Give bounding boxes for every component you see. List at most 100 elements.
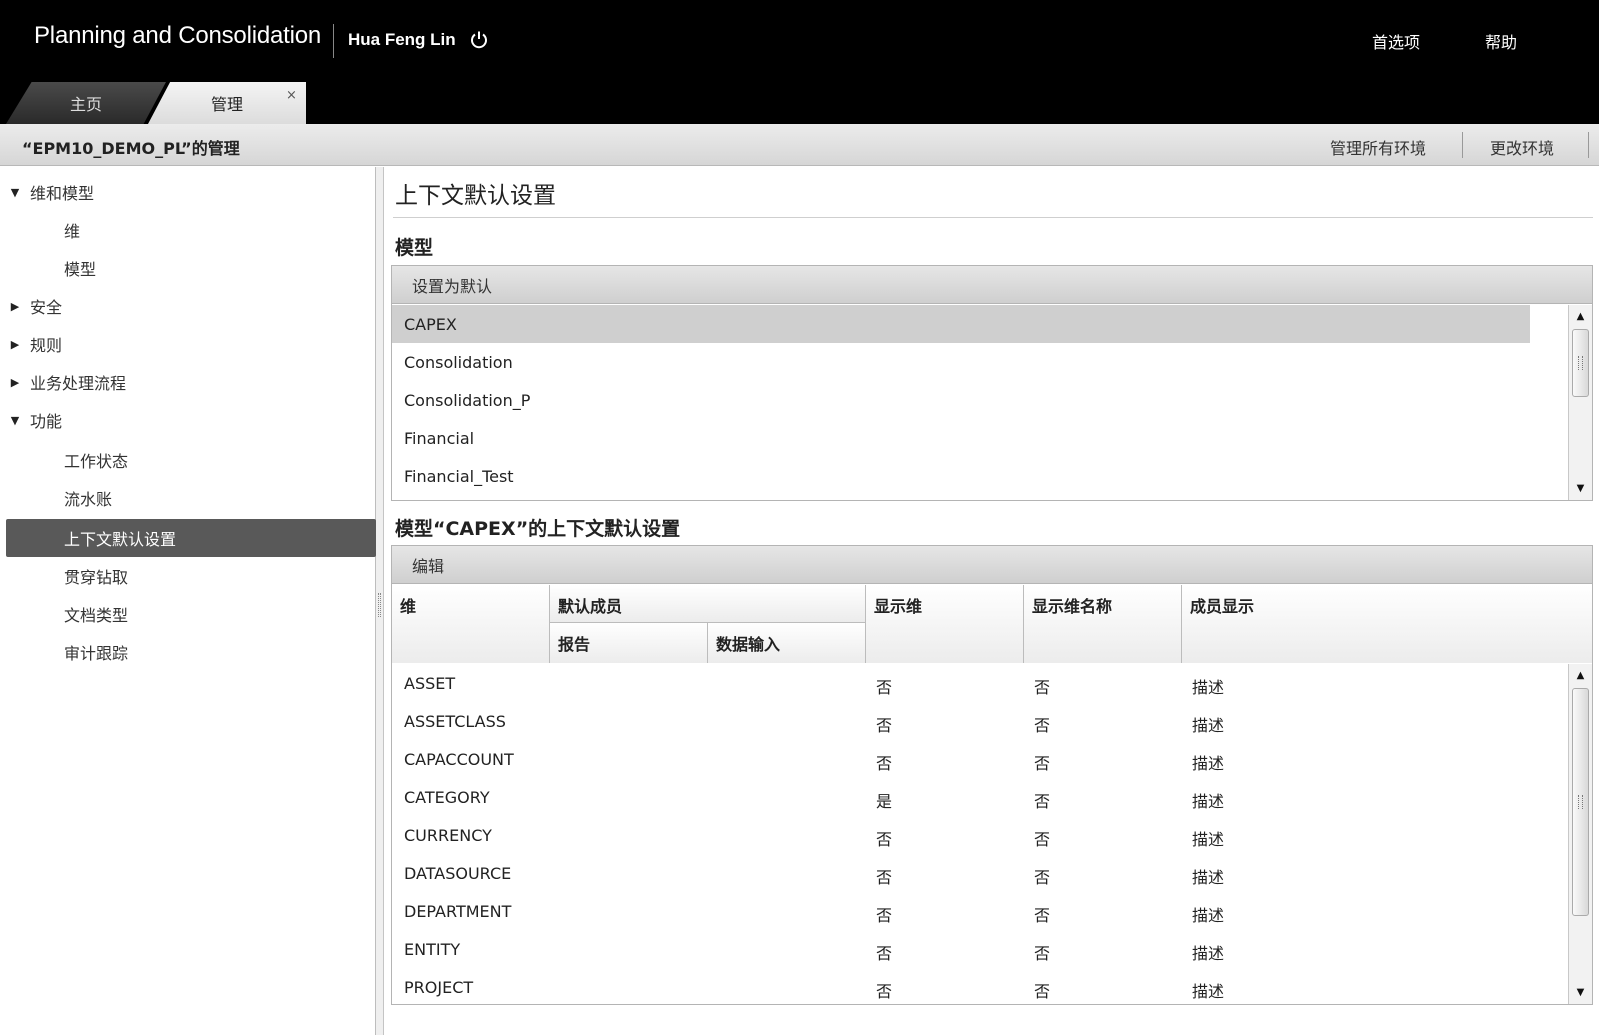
show-dimension-cell[interactable]: 否 — [876, 750, 892, 774]
sidebar-item-journals[interactable]: 流水账 — [0, 479, 376, 517]
show-dimension-cell[interactable]: 否 — [876, 674, 892, 698]
sidebar-item-label: 规则 — [30, 336, 63, 355]
sidebar-item-dimensions[interactable]: 维 — [0, 211, 376, 249]
edit-button[interactable]: 编辑 — [412, 553, 444, 577]
splitter-grip-icon — [378, 593, 381, 617]
grid-header: 维 默认成员 报告 数据输入 显示维 显示维名称 成员显示 — [392, 585, 1592, 663]
sidebar-item-label: 业务处理流程 — [30, 374, 127, 393]
show-dimension-cell[interactable]: 否 — [876, 864, 892, 888]
sidebar-item-security[interactable]: ▶ 安全 — [0, 287, 376, 325]
show-dimension-name-cell[interactable]: 否 — [1034, 940, 1050, 964]
context-defaults-panel: 编辑 维 默认成员 报告 数据输入 显示维 显示维名称 成员显示 ASSET 否… — [391, 545, 1593, 1005]
column-header-show-dimension-name[interactable]: 显示维名称 — [1024, 585, 1182, 663]
sidebar-item-label: 维 — [64, 222, 81, 241]
list-item[interactable]: Consolidation_P — [392, 381, 1530, 419]
table-row[interactable]: CURRENCY 否 否 描述 — [392, 816, 1530, 854]
member-display-cell[interactable]: 描述 — [1192, 712, 1224, 736]
dimension-cell: DATASOURCE — [404, 864, 512, 883]
column-header-dimension[interactable]: 维 — [392, 585, 550, 663]
sidebar-item-label: 文档类型 — [64, 606, 129, 625]
sidebar-item-drill-through[interactable]: 贯穿钻取 — [0, 557, 376, 595]
scroll-down-icon[interactable]: ▼ — [1569, 981, 1592, 1003]
member-display-cell[interactable]: 描述 — [1192, 788, 1224, 812]
header-divider — [333, 24, 334, 58]
table-row[interactable]: ASSET 否 否 描述 — [392, 664, 1530, 702]
table-row[interactable]: PROJECT 否 否 描述 — [392, 968, 1530, 1006]
dimension-cell: DEPARTMENT — [404, 902, 512, 921]
pane-splitter[interactable] — [376, 167, 384, 1035]
grid-scrollbar[interactable]: ▲ ▼ — [1568, 664, 1592, 1004]
column-header-show-dimension[interactable]: 显示维 — [866, 585, 1024, 663]
show-dimension-name-cell[interactable]: 否 — [1034, 750, 1050, 774]
table-row[interactable]: CAPACCOUNT 否 否 描述 — [392, 740, 1530, 778]
show-dimension-cell[interactable]: 否 — [876, 978, 892, 1002]
column-header-report[interactable]: 报告 — [550, 623, 708, 663]
scroll-up-icon[interactable]: ▲ — [1569, 664, 1592, 686]
show-dimension-cell[interactable]: 否 — [876, 940, 892, 964]
show-dimension-name-cell[interactable]: 否 — [1034, 978, 1050, 1002]
models-scrollbar[interactable]: ▲ ▼ — [1568, 305, 1592, 500]
show-dimension-name-cell[interactable]: 否 — [1034, 864, 1050, 888]
tab-home[interactable]: 主页 — [6, 82, 166, 124]
member-display-cell[interactable]: 描述 — [1192, 750, 1224, 774]
sidebar-item-label: 模型 — [64, 260, 97, 279]
show-dimension-name-cell[interactable]: 否 — [1034, 902, 1050, 926]
member-display-cell[interactable]: 描述 — [1192, 902, 1224, 926]
member-display-cell[interactable]: 描述 — [1192, 674, 1224, 698]
show-dimension-cell[interactable]: 否 — [876, 712, 892, 736]
show-dimension-cell[interactable]: 否 — [876, 826, 892, 850]
show-dimension-name-cell[interactable]: 否 — [1034, 826, 1050, 850]
change-environment-link[interactable]: 更改环境 — [1490, 135, 1554, 159]
page-title: 上下文默认设置 — [395, 183, 556, 209]
sidebar-item-dimensions-models[interactable]: ▼ 维和模型 — [0, 173, 376, 211]
scroll-up-icon[interactable]: ▲ — [1569, 305, 1592, 327]
app-title: Planning and Consolidation — [34, 22, 322, 49]
tab-admin[interactable]: 管理 — [148, 82, 306, 124]
sidebar-item-rules[interactable]: ▶ 规则 — [0, 325, 376, 363]
show-dimension-cell[interactable]: 是 — [876, 788, 892, 812]
sidebar-item-business-process-flows[interactable]: ▶ 业务处理流程 — [0, 363, 376, 401]
member-display-cell[interactable]: 描述 — [1192, 940, 1224, 964]
sidebar-item-context-defaults[interactable]: 上下文默认设置 — [6, 519, 376, 557]
table-row[interactable]: DATASOURCE 否 否 描述 — [392, 854, 1530, 892]
list-item[interactable]: CAPEX — [392, 305, 1530, 343]
manage-all-environments-link[interactable]: 管理所有环境 — [1330, 135, 1426, 159]
member-display-cell[interactable]: 描述 — [1192, 826, 1224, 850]
scroll-thumb[interactable] — [1572, 688, 1589, 916]
help-link[interactable]: 帮助 — [1485, 29, 1517, 53]
table-row[interactable]: ENTITY 否 否 描述 — [392, 930, 1530, 968]
sidebar-item-label: 上下文默认设置 — [64, 530, 177, 549]
model-name: Consolidation — [404, 352, 513, 372]
scroll-down-icon[interactable]: ▼ — [1569, 477, 1592, 499]
list-item[interactable]: Consolidation — [392, 343, 1530, 381]
title-divider — [393, 217, 1593, 218]
scroll-thumb[interactable] — [1572, 329, 1589, 397]
set-default-button[interactable]: 设置为默认 — [412, 273, 492, 297]
power-icon[interactable] — [469, 30, 489, 50]
sidebar-item-work-status[interactable]: 工作状态 — [0, 441, 376, 479]
chevron-down-icon: ▼ — [10, 413, 20, 427]
column-header-data-input[interactable]: 数据输入 — [708, 623, 866, 663]
table-row[interactable]: DEPARTMENT 否 否 描述 — [392, 892, 1530, 930]
close-tab-icon[interactable]: × — [286, 88, 297, 103]
table-row[interactable]: ASSETCLASS 否 否 描述 — [392, 702, 1530, 740]
member-display-cell[interactable]: 描述 — [1192, 978, 1224, 1002]
table-row[interactable]: CATEGORY 是 否 描述 — [392, 778, 1530, 816]
member-display-cell[interactable]: 描述 — [1192, 864, 1224, 888]
list-item[interactable]: Financial — [392, 419, 1530, 457]
show-dimension-cell[interactable]: 否 — [876, 902, 892, 926]
sidebar-item-document-types[interactable]: 文档类型 — [0, 595, 376, 633]
column-header-member-display[interactable]: 成员显示 — [1182, 585, 1592, 663]
sidebar-item-label: 审计跟踪 — [64, 644, 129, 663]
show-dimension-name-cell[interactable]: 否 — [1034, 788, 1050, 812]
sidebar-item-audit[interactable]: 审计跟踪 — [0, 633, 376, 671]
list-item[interactable]: Financial_Test — [392, 457, 1530, 495]
sidebar-item-label: 功能 — [30, 412, 63, 431]
show-dimension-name-cell[interactable]: 否 — [1034, 712, 1050, 736]
sidebar-item-features[interactable]: ▼ 功能 — [0, 401, 376, 439]
show-dimension-name-cell[interactable]: 否 — [1034, 674, 1050, 698]
dimension-cell: ASSETCLASS — [404, 712, 506, 731]
models-list: CAPEX Consolidation Consolidation_P Fina… — [392, 305, 1592, 500]
sidebar-item-models[interactable]: 模型 — [0, 249, 376, 287]
preferences-link[interactable]: 首选项 — [1372, 29, 1420, 53]
